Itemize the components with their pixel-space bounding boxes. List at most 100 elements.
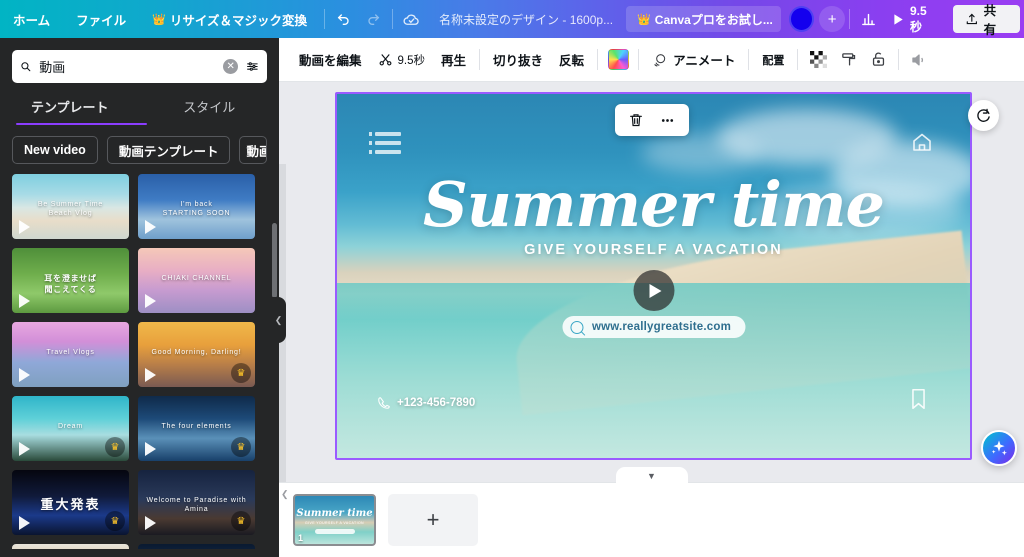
header-resize-magic-label: リサイズ＆マジック変換 [169, 13, 307, 28]
template-thumbnail[interactable]: Travel Vlogs [12, 322, 129, 387]
undo-button[interactable] [329, 5, 358, 33]
template-thumbnail[interactable] [12, 544, 129, 549]
play-icon [19, 220, 30, 234]
design-title[interactable]: Summer time [337, 168, 970, 241]
chip-video[interactable]: 動画 ❯ [239, 136, 267, 164]
play-icon [894, 13, 903, 25]
tab-styles[interactable]: スタイル [140, 97, 280, 125]
copy-style-button[interactable] [833, 45, 863, 75]
crown-icon-2: 👑 [637, 13, 651, 26]
element-context-toolbar [614, 104, 689, 136]
template-thumbnail[interactable]: The four elements ♛ [138, 396, 255, 461]
tab-templates[interactable]: テンプレート [0, 97, 140, 125]
pro-trial-button[interactable]: 👑 Canvaプロをお試し... [626, 6, 781, 32]
scroll-left-icon[interactable]: ❮ [281, 489, 289, 500]
magic-sparkle-icon [991, 440, 1007, 456]
header-divider-1 [324, 9, 325, 29]
design-subtitle[interactable]: GIVE YOURSELF A VACATION [337, 242, 970, 258]
plus-label: + [827, 10, 837, 28]
preview-duration-button[interactable]: 9.5秒 [883, 4, 947, 34]
avatar[interactable] [788, 6, 815, 32]
template-thumbnail[interactable]: Welcome to Paradise with Amina ♛ [138, 470, 255, 535]
chip-video-template[interactable]: 動画テンプレート [106, 136, 231, 164]
transparency-icon [809, 51, 827, 68]
canvas-area: Summer time GIVE YOURSELF A VACATION www… [279, 82, 1024, 557]
tab-active-indicator [16, 122, 147, 125]
ellipsis-icon [661, 118, 674, 122]
delete-button[interactable] [621, 107, 651, 133]
crown-icon: ♛ [231, 511, 251, 531]
replace-media-button[interactable] [968, 100, 999, 131]
trim-button[interactable]: 9.5秒 [370, 45, 434, 75]
flip-button[interactable]: 反転 [551, 45, 592, 75]
crop-label: 切り抜き [493, 54, 544, 68]
animate-button[interactable]: アニメート [644, 45, 743, 75]
bookmark-icon[interactable] [909, 387, 928, 416]
add-page-button[interactable]: + [388, 494, 478, 546]
header-file-button[interactable]: ファイル [63, 5, 139, 33]
header-resize-magic-button[interactable]: 👑 リサイズ＆マジック変換 [139, 5, 320, 33]
tab-styles-label: スタイル [183, 100, 236, 115]
template-thumbnail[interactable]: I'm back STARTING SOON [138, 174, 255, 239]
transparency-button[interactable] [803, 45, 833, 75]
analytics-button[interactable] [854, 5, 883, 33]
crown-icon: ♛ [105, 437, 125, 457]
list-icon[interactable] [369, 132, 401, 154]
template-thumbnail[interactable]: CHIAKI CHANNEL [138, 248, 255, 313]
pagebar-collapse-button[interactable]: ▼ [615, 467, 688, 484]
clear-search-button[interactable]: ✕ [223, 59, 239, 74]
template-thumbnail[interactable]: 耳を澄ませば 聞こえてくる [12, 248, 129, 313]
play-label: 再生 [441, 54, 467, 68]
template-title: CHIAKI CHANNEL [161, 275, 232, 282]
position-button[interactable]: 配置 [754, 45, 792, 75]
play-icon [145, 220, 156, 234]
template-thumbnail[interactable]: Be Summer Time Beach Vlog [12, 174, 129, 239]
add-collaborator-button[interactable]: + [819, 6, 845, 32]
share-button[interactable]: 共有 [952, 4, 1021, 37]
sidebar-scrollbar[interactable] [272, 223, 277, 298]
website-pill[interactable]: www.reallygreatsite.com [561, 316, 746, 338]
filter-sliders-icon[interactable] [246, 58, 259, 75]
crop-button[interactable]: 切り抜き [485, 45, 551, 75]
page-thumbnail-1[interactable]: Summer time GIVE YOURSELF A VACATION 1 [293, 494, 376, 546]
play-icon [19, 294, 30, 308]
sidebar-collapse-button[interactable]: ❮ [271, 297, 286, 343]
template-thumbnail[interactable]: 重大発表 ♛ [12, 470, 129, 535]
undo-icon [337, 14, 349, 25]
play-button[interactable]: 再生 [433, 45, 474, 75]
header-divider-2 [391, 9, 393, 29]
redo-button[interactable] [358, 5, 387, 33]
crown-icon: 👑 [152, 13, 166, 26]
chip-new-video[interactable]: New video [12, 136, 98, 164]
phone-row[interactable]: +123-456-7890 [377, 396, 475, 410]
video-play-button[interactable] [633, 270, 674, 311]
play-icon [145, 294, 156, 308]
cloud-saved-button[interactable] [397, 5, 426, 33]
search-input[interactable] [39, 59, 216, 74]
search-wrapper: ✕ [12, 50, 267, 83]
design-canvas[interactable]: Summer time GIVE YOURSELF A VACATION www… [335, 92, 972, 460]
document-title-label: 名称未設定のデザイン - 1600p... [439, 12, 614, 27]
edit-video-button[interactable]: 動画を編集 [291, 45, 370, 75]
header-home-button[interactable]: ホーム [0, 5, 63, 33]
template-thumbnail[interactable] [138, 544, 255, 549]
home-icon[interactable] [910, 130, 934, 159]
phone-icon [378, 397, 390, 409]
chevron-down-icon: ▼ [647, 470, 656, 481]
color-button[interactable] [603, 45, 633, 75]
header-home-label: ホーム [13, 13, 51, 28]
phone-label: +123-456-7890 [397, 397, 476, 409]
document-title[interactable]: 名称未設定のデザイン - 1600p... [426, 5, 626, 33]
home-glyph-icon [913, 133, 931, 151]
template-thumbnail[interactable]: Dream ♛ [12, 396, 129, 461]
volume-button[interactable] [904, 45, 934, 75]
magic-studio-button[interactable] [981, 430, 1017, 466]
crown-icon: ♛ [105, 511, 125, 531]
lock-button[interactable] [863, 45, 893, 75]
page-thumbnails: Summer time GIVE YOURSELF A VACATION 1 + [279, 483, 1024, 546]
lock-icon [872, 52, 884, 66]
search-icon [21, 62, 31, 72]
more-options-button[interactable] [653, 107, 683, 133]
template-thumbnail[interactable]: Good Morning, Darling! ♛ [138, 322, 255, 387]
search-box[interactable]: ✕ [12, 50, 267, 83]
